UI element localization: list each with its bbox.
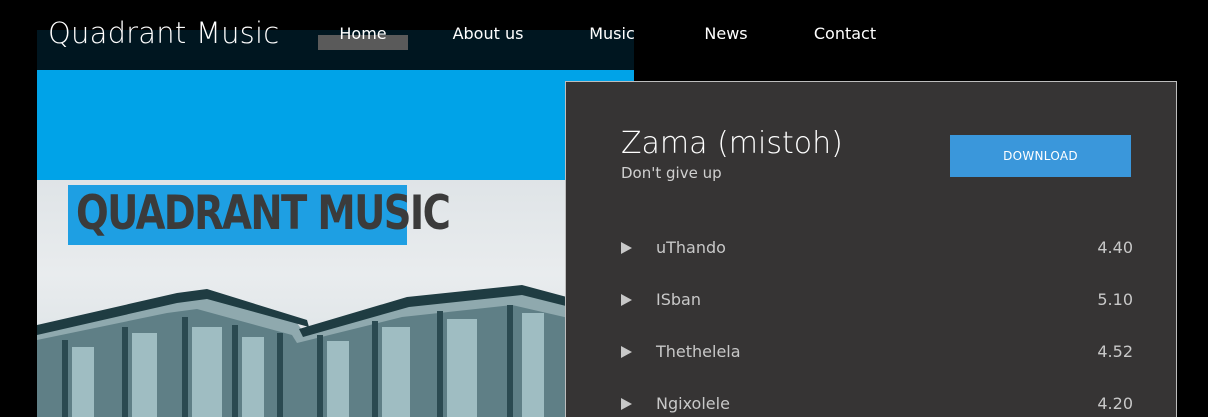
play-icon[interactable] bbox=[621, 398, 632, 410]
track-duration: 4.40 bbox=[1097, 238, 1133, 257]
hero-sky bbox=[37, 70, 634, 180]
nav-about-us[interactable]: About us bbox=[447, 22, 529, 50]
track-row[interactable]: Thethelela 4.52 bbox=[621, 341, 1133, 365]
track-row[interactable]: Ngixolele 4.20 bbox=[621, 393, 1133, 417]
nav-about-us-label: About us bbox=[452, 24, 524, 43]
nav-music[interactable]: Music bbox=[582, 22, 642, 50]
play-icon[interactable] bbox=[621, 346, 632, 358]
track-row[interactable]: ISban 5.10 bbox=[621, 289, 1133, 313]
building-image bbox=[37, 285, 634, 417]
track-name: ISban bbox=[656, 290, 701, 309]
track-name: Ngixolele bbox=[656, 394, 730, 413]
play-icon[interactable] bbox=[621, 294, 632, 306]
hero-image: QUADRANT MUSIC bbox=[37, 70, 634, 417]
album-player-panel: Zama (mistoh) Don't give up DOWNLOAD uTh… bbox=[565, 81, 1177, 417]
album-title: Zama (mistoh) bbox=[621, 126, 843, 161]
track-duration: 4.20 bbox=[1097, 394, 1133, 413]
download-button[interactable]: DOWNLOAD bbox=[950, 135, 1131, 177]
track-duration: 4.52 bbox=[1097, 342, 1133, 361]
album-subtitle: Don't give up bbox=[621, 164, 722, 182]
nav-home[interactable]: Home bbox=[318, 22, 408, 50]
nav-news-label: News bbox=[704, 24, 748, 43]
track-name: uThando bbox=[656, 238, 726, 257]
nav-home-label: Home bbox=[339, 24, 387, 43]
nav-contact[interactable]: Contact bbox=[809, 22, 881, 50]
track-name: Thethelela bbox=[656, 342, 741, 361]
play-icon[interactable] bbox=[621, 242, 632, 254]
hero-logo-text: QUADRANT MUSIC bbox=[76, 186, 451, 241]
nav-music-label: Music bbox=[589, 24, 635, 43]
nav-news[interactable]: News bbox=[696, 22, 756, 50]
track-row[interactable]: uThando 4.40 bbox=[621, 237, 1133, 261]
track-duration: 5.10 bbox=[1097, 290, 1133, 309]
site-title[interactable]: Quadrant Music bbox=[48, 16, 279, 50]
nav-contact-label: Contact bbox=[813, 24, 877, 43]
